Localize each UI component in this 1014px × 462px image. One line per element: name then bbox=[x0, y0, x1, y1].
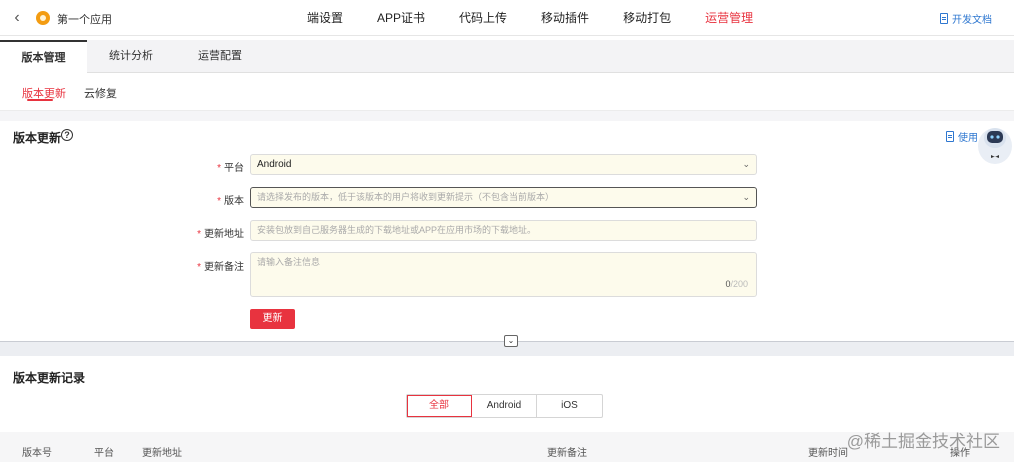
document-icon bbox=[946, 131, 954, 142]
column-update-time: 更新时间 bbox=[808, 448, 848, 459]
update-button[interactable]: 更新 bbox=[250, 309, 295, 329]
dev-docs-label: 开发文档 bbox=[952, 15, 992, 26]
watermark: @稀土掘金技术社区 bbox=[846, 432, 1000, 451]
tab-statistics[interactable]: 统计分析 bbox=[87, 40, 175, 73]
chevron-down-icon[interactable]: ⌄ bbox=[504, 335, 518, 347]
column-update-url: 更新地址 bbox=[142, 448, 182, 459]
platform-filter: 全部 Android iOS bbox=[406, 394, 603, 418]
nav-item-code-upload[interactable]: 代码上传 bbox=[442, 0, 524, 36]
app-name: 第一个应用 bbox=[57, 14, 112, 26]
tab-operations-config[interactable]: 运营配置 bbox=[175, 40, 265, 73]
back-icon[interactable]: ‹ bbox=[8, 9, 26, 27]
update-note-label: * 更新备注 bbox=[197, 262, 244, 273]
assistant-robot-icon[interactable] bbox=[976, 122, 1014, 166]
app-logo bbox=[36, 11, 50, 25]
chevron-down-icon: ⌄ bbox=[742, 159, 750, 169]
help-icon[interactable]: ? bbox=[61, 129, 73, 141]
top-nav-bar: ‹ 第一个应用 端设置 APP证书 代码上传 移动插件 移动打包 运营管理 开发… bbox=[0, 0, 1014, 36]
nav-item-app-certificate[interactable]: APP证书 bbox=[360, 0, 442, 36]
dev-docs-link[interactable]: 开发文档 bbox=[940, 11, 992, 26]
nav-item-mobile-packaging[interactable]: 移动打包 bbox=[606, 0, 688, 36]
filter-ios[interactable]: iOS bbox=[537, 395, 602, 417]
platform-select-value: Android bbox=[257, 159, 292, 170]
sub-tabs: 版本更新 云修复 bbox=[0, 73, 1014, 111]
column-platform: 平台 bbox=[94, 448, 114, 459]
document-icon bbox=[940, 13, 948, 24]
column-update-note: 更新备注 bbox=[547, 448, 587, 459]
section-tabs: 版本管理 统计分析 运营配置 bbox=[0, 40, 1014, 73]
filter-android[interactable]: Android bbox=[472, 395, 537, 417]
nav-item-mobile-plugins[interactable]: 移动插件 bbox=[524, 0, 606, 36]
version-label: * 版本 bbox=[217, 196, 244, 207]
tab-version-management[interactable]: 版本管理 bbox=[0, 40, 87, 73]
update-url-placeholder: 安装包放到自己服务器生成的下载地址或APP在应用市场的下载地址。 bbox=[257, 225, 537, 235]
update-section-title: 版本更新 bbox=[13, 131, 62, 145]
update-url-label: * 更新地址 bbox=[197, 229, 244, 240]
nav-item-client-settings[interactable]: 端设置 bbox=[290, 0, 360, 36]
update-note-textarea[interactable]: 请输入备注信息 0/200 bbox=[250, 252, 757, 297]
records-section-title: 版本更新记录 bbox=[13, 371, 86, 385]
update-url-input[interactable]: 安装包放到自己服务器生成的下载地址或APP在应用市场的下载地址。 bbox=[250, 220, 757, 241]
filter-all[interactable]: 全部 bbox=[407, 395, 472, 417]
update-note-placeholder: 请输入备注信息 bbox=[257, 257, 321, 267]
usage-guide-link[interactable]: 使用 bbox=[946, 129, 978, 144]
usage-guide-label: 使用 bbox=[958, 133, 978, 144]
section-divider bbox=[0, 111, 1014, 121]
chevron-down-icon: ⌄ bbox=[742, 192, 750, 202]
version-select[interactable]: 请选择发布的版本，低于该版本的用户将收到更新提示（不包含当前版本） ⌄ bbox=[250, 187, 757, 208]
nav-item-operations[interactable]: 运营管理 bbox=[688, 0, 770, 36]
column-version: 版本号 bbox=[22, 448, 52, 459]
version-select-placeholder: 请选择发布的版本，低于该版本的用户将收到更新提示（不包含当前版本） bbox=[257, 192, 555, 202]
page: ‹ 第一个应用 端设置 APP证书 代码上传 移动插件 移动打包 运营管理 开发… bbox=[0, 0, 1014, 462]
main-nav: 端设置 APP证书 代码上传 移动插件 移动打包 运营管理 bbox=[290, 0, 770, 36]
note-char-counter: 0/200 bbox=[725, 279, 748, 289]
active-subtab-indicator bbox=[27, 99, 53, 101]
platform-label: * 平台 bbox=[217, 163, 244, 174]
platform-select[interactable]: Android ⌄ bbox=[250, 154, 757, 175]
subtab-hotfix[interactable]: 云修复 bbox=[84, 85, 117, 101]
